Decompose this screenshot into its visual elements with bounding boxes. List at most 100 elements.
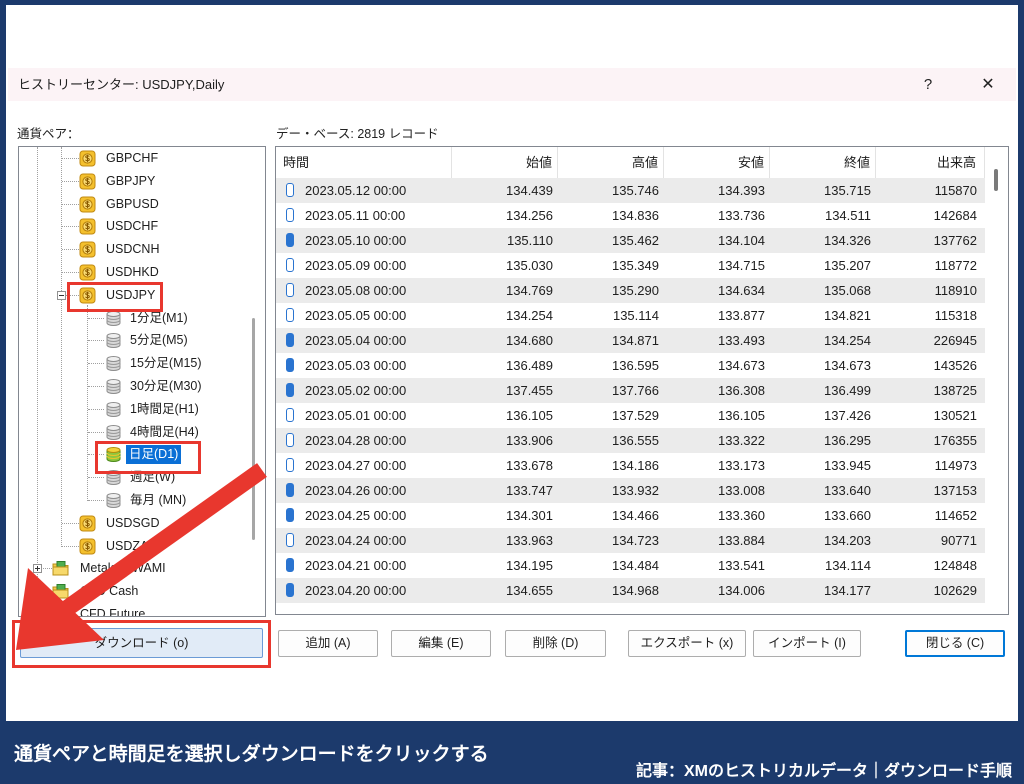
timeframe-item-mn[interactable]: 毎月 (MN): [19, 489, 249, 512]
cell-low: 133.877: [718, 308, 765, 323]
title-bar: ヒストリーセンター: USDJPY,Daily ? ✕: [8, 68, 1016, 101]
cell-high: 135.746: [612, 183, 659, 198]
tree-connector: [62, 522, 79, 524]
cell-time: 2023.05.03 00:00: [276, 353, 452, 378]
table-row[interactable]: 2023.05.03 00:00 136.489 136.595 134.673 134…: [276, 353, 985, 378]
tree-item-label: CFD Cash: [80, 584, 139, 599]
tree-item-label: 毎月 (MN): [130, 493, 187, 507]
column-header-open[interactable]: 始値: [452, 147, 558, 178]
cell-low: 133.173: [718, 458, 765, 473]
cell-time: 2023.04.27 00:00: [276, 453, 452, 478]
tree-item-label: GBPJPY: [106, 173, 156, 188]
bar-down-icon: [286, 233, 294, 247]
symbol-item-usdsgd[interactable]: USDSGD: [19, 512, 249, 535]
bar-down-icon: [286, 558, 294, 572]
table-row[interactable]: 2023.05.12 00:00 134.439 135.746 134.393 135…: [276, 178, 985, 203]
timeframe-item-m30[interactable]: 30分足(M30): [19, 375, 249, 398]
delete-button[interactable]: 削除 (D): [505, 630, 606, 657]
coin-icon: [79, 264, 96, 281]
table-row[interactable]: 2023.04.21 00:00 134.195 134.484 133.541 134…: [276, 553, 985, 578]
table-row[interactable]: 2023.05.05 00:00 134.254 135.114 133.877 134…: [276, 303, 985, 328]
column-header-low[interactable]: 安値: [664, 147, 770, 178]
cell-volume: 115318: [934, 308, 977, 323]
collapse-toggle-icon[interactable]: [57, 290, 66, 300]
bar-up-icon: [286, 433, 294, 447]
table-row[interactable]: 2023.04.28 00:00 133.906 136.555 133.322 136…: [276, 428, 985, 453]
cell-open: 133.678: [506, 458, 553, 473]
expand-toggle-icon[interactable]: [33, 587, 42, 597]
cell-open: 136.489: [506, 358, 553, 373]
timeframe-item-h4[interactable]: 4時間足(H4): [19, 421, 249, 444]
table-row[interactable]: 2023.04.20 00:00 134.655 134.968 134.006 134…: [276, 578, 985, 603]
column-header-time[interactable]: 時間: [276, 147, 452, 178]
group-item-cfd-cash[interactable]: CFD Cash: [19, 580, 249, 603]
database-icon: [105, 355, 122, 372]
symbol-item-usdcnh[interactable]: USDCNH: [19, 238, 249, 261]
table-scrollbar[interactable]: [994, 169, 998, 191]
symbol-item-gbpjpy[interactable]: GBPJPY: [19, 170, 249, 193]
cell-time-text: 2023.05.02 00:00: [305, 383, 407, 398]
timeframe-item-m5[interactable]: 5分足(M5): [19, 329, 249, 352]
tree-connector: [88, 500, 104, 501]
table-row[interactable]: 2023.04.25 00:00 134.301 134.466 133.360 133…: [276, 503, 985, 528]
cell-close: 137.426: [824, 408, 871, 423]
cell-time-text: 2023.05.09 00:00: [305, 258, 407, 273]
export-button[interactable]: エクスポート (x): [628, 630, 746, 657]
table-row[interactable]: 2023.05.08 00:00 134.769 135.290 134.634 135…: [276, 278, 985, 303]
table-row[interactable]: 2023.05.10 00:00 135.110 135.462 134.104 134…: [276, 228, 985, 253]
symbol-item-gbpusd[interactable]: GBPUSD: [19, 193, 249, 216]
tree-item-label: CFD Future: [80, 607, 146, 617]
add-button[interactable]: 追加 (A): [278, 630, 378, 657]
table-row[interactable]: 2023.05.11 00:00 134.256 134.836 133.736 134…: [276, 203, 985, 228]
table-row[interactable]: 2023.04.26 00:00 133.747 133.932 133.008 133…: [276, 478, 985, 503]
bar-up-icon: [286, 258, 294, 272]
tree-item-label: USDZAR: [106, 538, 158, 553]
tree-scrollbar[interactable]: [252, 318, 255, 540]
cell-close: 136.499: [824, 383, 871, 398]
column-header-volume[interactable]: 出来高: [876, 147, 985, 178]
cell-close: 134.326: [824, 233, 871, 248]
timeframe-item-m15[interactable]: 15分足(M15): [19, 352, 249, 375]
cell-time: 2023.04.25 00:00: [276, 503, 452, 528]
expand-toggle-icon[interactable]: [33, 564, 42, 574]
import-button[interactable]: インポート (I): [753, 630, 861, 657]
column-header-high[interactable]: 高値: [558, 147, 664, 178]
timeframe-item-h1[interactable]: 1時間足(H1): [19, 398, 249, 421]
highlight-box-usdjpy: [67, 282, 163, 312]
table-row[interactable]: 2023.04.24 00:00 133.963 134.723 133.884 134…: [276, 528, 985, 553]
cell-close: 134.673: [824, 358, 871, 373]
cell-time: 2023.05.08 00:00: [276, 278, 452, 303]
symbols-label: 通貨ペア：: [17, 127, 80, 141]
group-item-metals-kiwami[interactable]: Metals KIWAMI: [19, 557, 249, 580]
table-row[interactable]: 2023.05.01 00:00 136.105 137.529 136.105 137…: [276, 403, 985, 428]
symbol-item-usdzar[interactable]: USDZAR: [19, 535, 249, 558]
table-row[interactable]: 2023.05.09 00:00 135.030 135.349 134.715 135…: [276, 253, 985, 278]
symbol-item-gbpchf[interactable]: GBPCHF: [19, 147, 249, 170]
table-row[interactable]: 2023.05.04 00:00 134.680 134.871 133.493 134…: [276, 328, 985, 353]
tree-item-label: 30分足(M30): [130, 379, 202, 393]
bar-up-icon: [286, 183, 294, 197]
cell-high: 134.466: [612, 508, 659, 523]
table-row[interactable]: 2023.04.27 00:00 133.678 134.186 133.173 133…: [276, 453, 985, 478]
close-window-button[interactable]: ✕: [965, 68, 1011, 101]
symbol-item-usdchf[interactable]: USDCHF: [19, 215, 249, 238]
cell-volume: 114973: [934, 458, 977, 473]
cell-open: 134.195: [506, 558, 553, 573]
close-dialog-button[interactable]: 閉じる (C): [905, 630, 1005, 657]
coin-icon: [79, 538, 96, 555]
table-row[interactable]: 2023.05.02 00:00 137.455 137.766 136.308 136…: [276, 378, 985, 403]
cell-low: 133.322: [718, 433, 765, 448]
database-icon: [105, 378, 122, 395]
expand-toggle-icon[interactable]: [33, 610, 42, 616]
cell-volume: 176355: [933, 433, 977, 448]
edit-button[interactable]: 編集 (E): [391, 630, 491, 657]
group-item-cfd-future[interactable]: CFD Future: [19, 603, 249, 617]
help-button[interactable]: ?: [906, 68, 950, 101]
cell-low: 133.736: [718, 208, 765, 223]
symbol-item-usdhkd[interactable]: USDHKD: [19, 261, 249, 284]
folder-icon: [52, 583, 69, 600]
cell-volume: 124848: [933, 558, 977, 573]
bar-up-icon: [286, 408, 294, 422]
symbols-tree[interactable]: GBPCHF GBPJPY GBPUSD USDCHF USDCNH USDHKD USDJ…: [18, 146, 266, 617]
column-header-close[interactable]: 終値: [770, 147, 876, 178]
